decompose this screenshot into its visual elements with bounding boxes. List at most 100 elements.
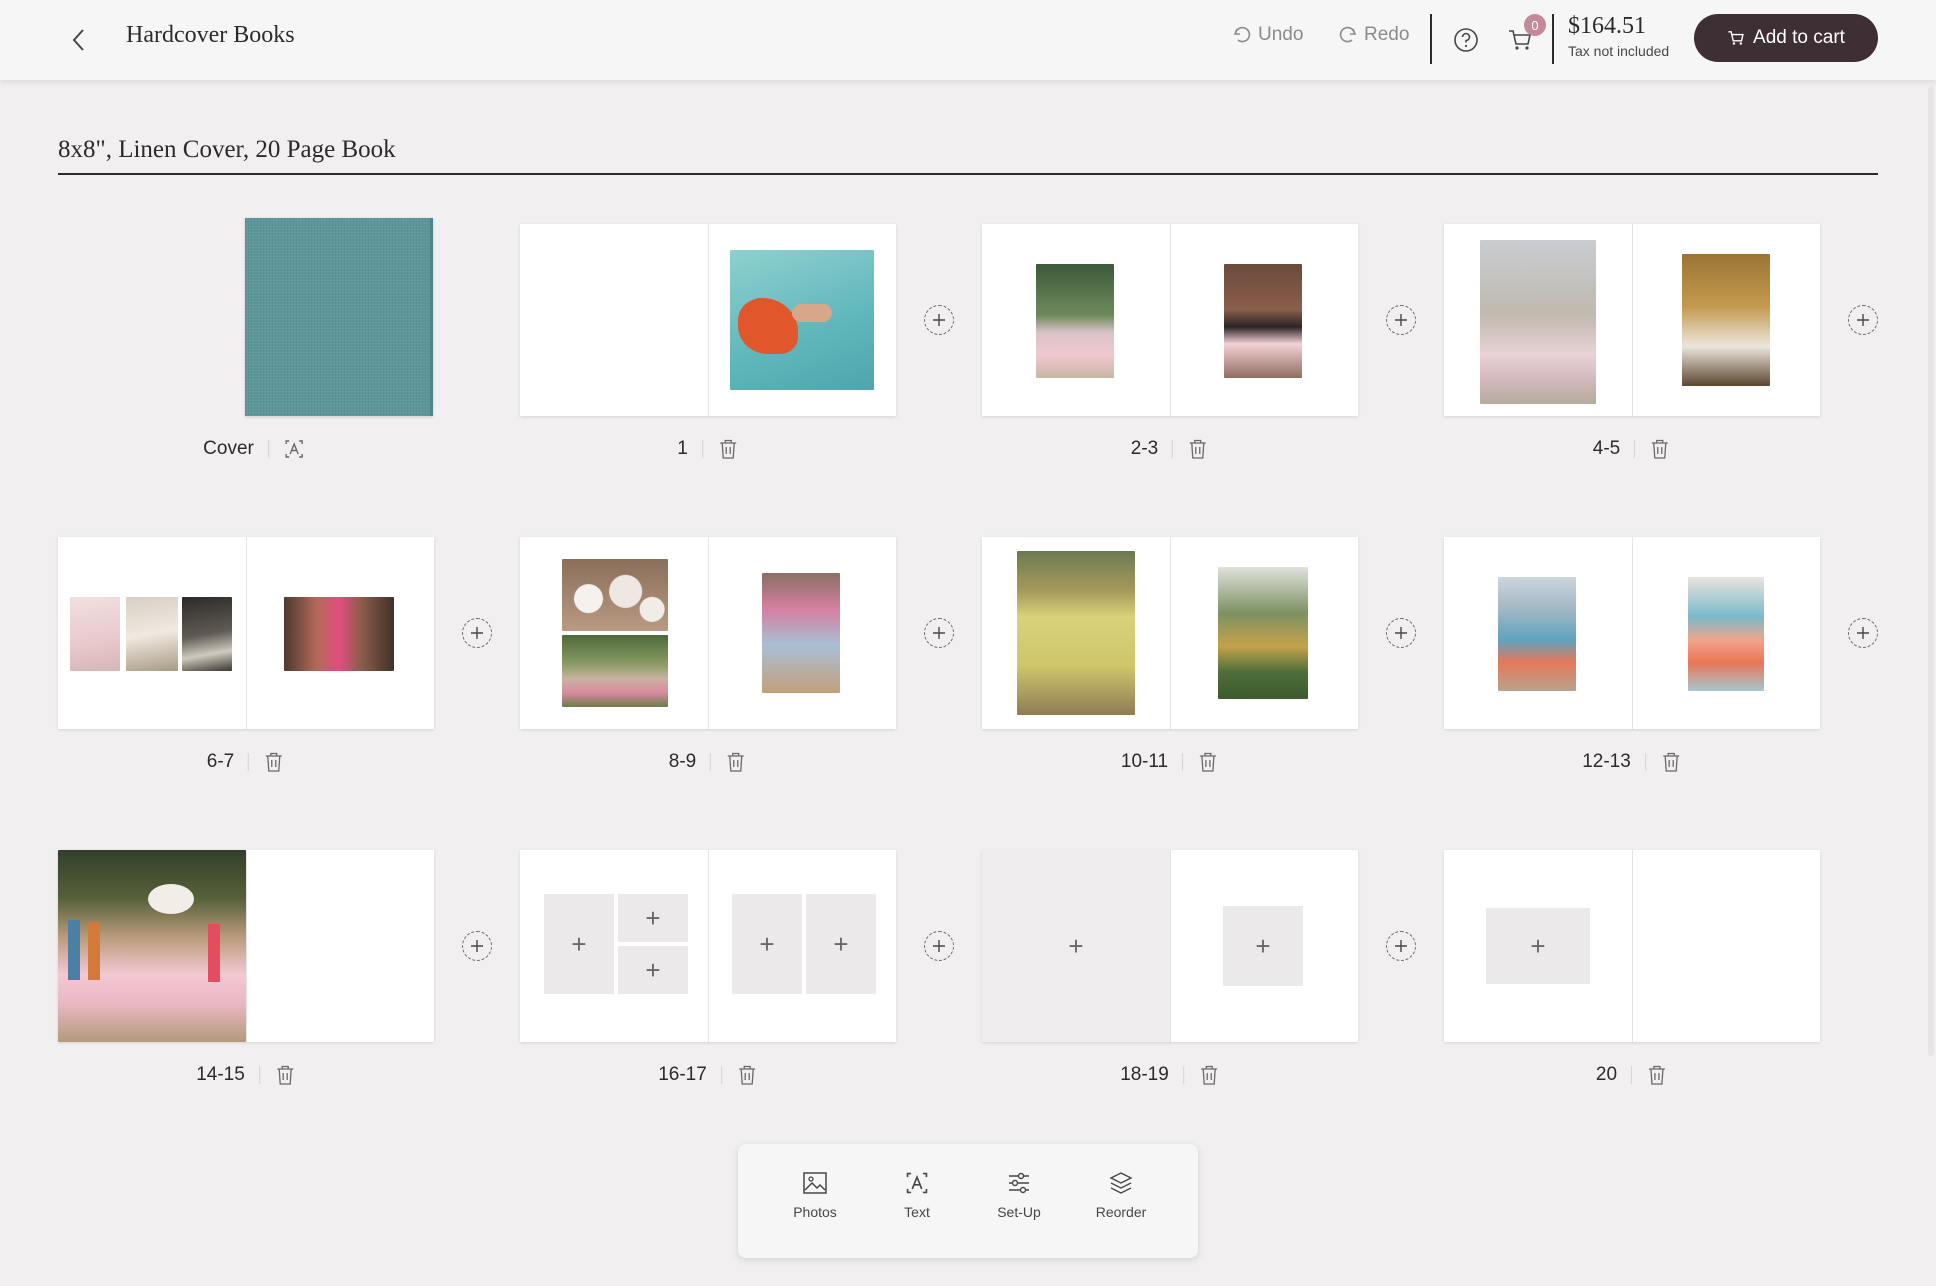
photo[interactable] bbox=[70, 597, 120, 671]
text-icon[interactable] bbox=[283, 438, 305, 460]
photo[interactable] bbox=[126, 597, 178, 671]
photo[interactable] bbox=[730, 250, 874, 390]
plus-icon bbox=[1857, 627, 1869, 639]
photo[interactable] bbox=[562, 559, 668, 631]
redo-button[interactable]: Redo bbox=[1338, 24, 1409, 46]
spread-6-7[interactable] bbox=[58, 537, 434, 729]
photo[interactable] bbox=[1218, 567, 1308, 699]
trash-icon[interactable] bbox=[1660, 751, 1682, 773]
divider bbox=[710, 753, 712, 771]
book-title: 8x8", Linen Cover, 20 Page Book bbox=[58, 136, 396, 163]
divider bbox=[258, 1066, 260, 1084]
setup-tool-button[interactable]: Set-Up bbox=[978, 1170, 1060, 1258]
photo[interactable] bbox=[1688, 577, 1764, 691]
cart-button[interactable]: 0 bbox=[1502, 14, 1546, 58]
photo[interactable] bbox=[182, 597, 232, 671]
photo[interactable] bbox=[1036, 264, 1114, 378]
trash-icon[interactable] bbox=[263, 751, 285, 773]
spread-4-5[interactable] bbox=[1444, 224, 1820, 416]
photos-tool-button[interactable]: Photos bbox=[774, 1170, 856, 1258]
photo[interactable] bbox=[1224, 264, 1302, 378]
photo[interactable] bbox=[562, 635, 668, 707]
trash-icon[interactable] bbox=[1187, 438, 1209, 460]
spread-20[interactable]: + bbox=[1444, 850, 1820, 1042]
trash-icon[interactable] bbox=[1198, 1064, 1220, 1086]
page-fold bbox=[1632, 850, 1633, 1042]
spread-8-9[interactable] bbox=[520, 537, 896, 729]
empty-photo-slot[interactable]: + bbox=[544, 894, 614, 994]
page-fold bbox=[1632, 537, 1633, 729]
undo-button[interactable]: Undo bbox=[1232, 24, 1303, 46]
photo[interactable] bbox=[762, 573, 840, 693]
add-spread-button[interactable] bbox=[1848, 305, 1878, 335]
spread-10-11[interactable] bbox=[982, 537, 1358, 729]
add-spread-button[interactable] bbox=[462, 931, 492, 961]
add-spread-button[interactable] bbox=[924, 305, 954, 335]
plus-icon bbox=[1395, 314, 1407, 326]
empty-photo-slot[interactable]: + bbox=[1223, 906, 1303, 986]
back-button[interactable] bbox=[60, 22, 96, 58]
spread-label: 4-5 bbox=[1592, 438, 1621, 459]
photo[interactable] bbox=[58, 850, 246, 1042]
add-spread-button[interactable] bbox=[462, 618, 492, 648]
add-spread-button[interactable] bbox=[1386, 305, 1416, 335]
photo[interactable] bbox=[1017, 551, 1135, 715]
spread-label: 20 bbox=[1595, 1064, 1618, 1085]
add-spread-button[interactable] bbox=[924, 931, 954, 961]
spread-label: 12-13 bbox=[1582, 751, 1631, 772]
trash-icon[interactable] bbox=[1649, 438, 1671, 460]
photo[interactable] bbox=[1682, 254, 1770, 386]
spread-label: 8-9 bbox=[668, 751, 697, 772]
empty-photo-slot[interactable]: + bbox=[1486, 908, 1590, 984]
empty-photo-slot[interactable]: + bbox=[982, 850, 1170, 1042]
spread-label-row: 4-5 bbox=[1593, 434, 1671, 464]
spread-label: 18-19 bbox=[1120, 1064, 1169, 1085]
plus-icon bbox=[471, 940, 483, 952]
scrollbar[interactable] bbox=[1926, 80, 1936, 1286]
spread-label: 10-11 bbox=[1120, 751, 1169, 772]
empty-photo-slot[interactable]: + bbox=[806, 894, 876, 994]
spread-label: Cover bbox=[203, 438, 254, 459]
spread-12-13[interactable] bbox=[1444, 537, 1820, 729]
trash-icon[interactable] bbox=[725, 751, 747, 773]
add-spread-button[interactable] bbox=[1848, 618, 1878, 648]
scrollbar-thumb[interactable] bbox=[1928, 86, 1934, 1056]
cover-preview[interactable] bbox=[245, 218, 433, 416]
plus-icon bbox=[1395, 940, 1407, 952]
tax-note: Tax not included bbox=[1568, 43, 1670, 59]
empty-photo-slot[interactable]: + bbox=[618, 946, 688, 994]
trash-icon[interactable] bbox=[717, 438, 739, 460]
spread-label: 2-3 bbox=[1130, 438, 1159, 459]
photo[interactable] bbox=[284, 597, 394, 671]
page-fold bbox=[708, 537, 709, 729]
spread-1[interactable] bbox=[520, 224, 896, 416]
add-spread-button[interactable] bbox=[1386, 618, 1416, 648]
image-icon bbox=[803, 1172, 827, 1194]
add-to-cart-button[interactable]: Add to cart bbox=[1694, 14, 1878, 62]
photo[interactable] bbox=[1498, 577, 1576, 691]
spread-16-17[interactable]: + + + + + bbox=[520, 850, 896, 1042]
spread-14-15[interactable] bbox=[58, 850, 434, 1042]
page-fold bbox=[246, 537, 247, 729]
page-title: Hardcover Books bbox=[126, 22, 295, 48]
photo[interactable] bbox=[1480, 240, 1596, 404]
empty-photo-slot[interactable]: + bbox=[732, 894, 802, 994]
text-tool-button[interactable]: Text bbox=[876, 1170, 958, 1258]
help-button[interactable] bbox=[1448, 22, 1484, 58]
spread-label-row: 6-7 bbox=[207, 747, 285, 777]
plus-icon bbox=[933, 627, 945, 639]
divider bbox=[248, 753, 250, 771]
trash-icon[interactable] bbox=[1197, 751, 1219, 773]
spread-label-row: 8-9 bbox=[669, 747, 747, 777]
trash-icon[interactable] bbox=[1646, 1064, 1668, 1086]
trash-icon[interactable] bbox=[274, 1064, 296, 1086]
empty-photo-slot[interactable]: + bbox=[618, 894, 688, 942]
add-spread-button[interactable] bbox=[924, 618, 954, 648]
trash-icon[interactable] bbox=[736, 1064, 758, 1086]
spread-2-3[interactable] bbox=[982, 224, 1358, 416]
spread-18-19[interactable]: + + bbox=[982, 850, 1358, 1042]
reorder-tool-button[interactable]: Reorder bbox=[1080, 1170, 1162, 1258]
tool-label: Set-Up bbox=[997, 1204, 1041, 1220]
layers-icon bbox=[1109, 1172, 1133, 1194]
add-spread-button[interactable] bbox=[1386, 931, 1416, 961]
